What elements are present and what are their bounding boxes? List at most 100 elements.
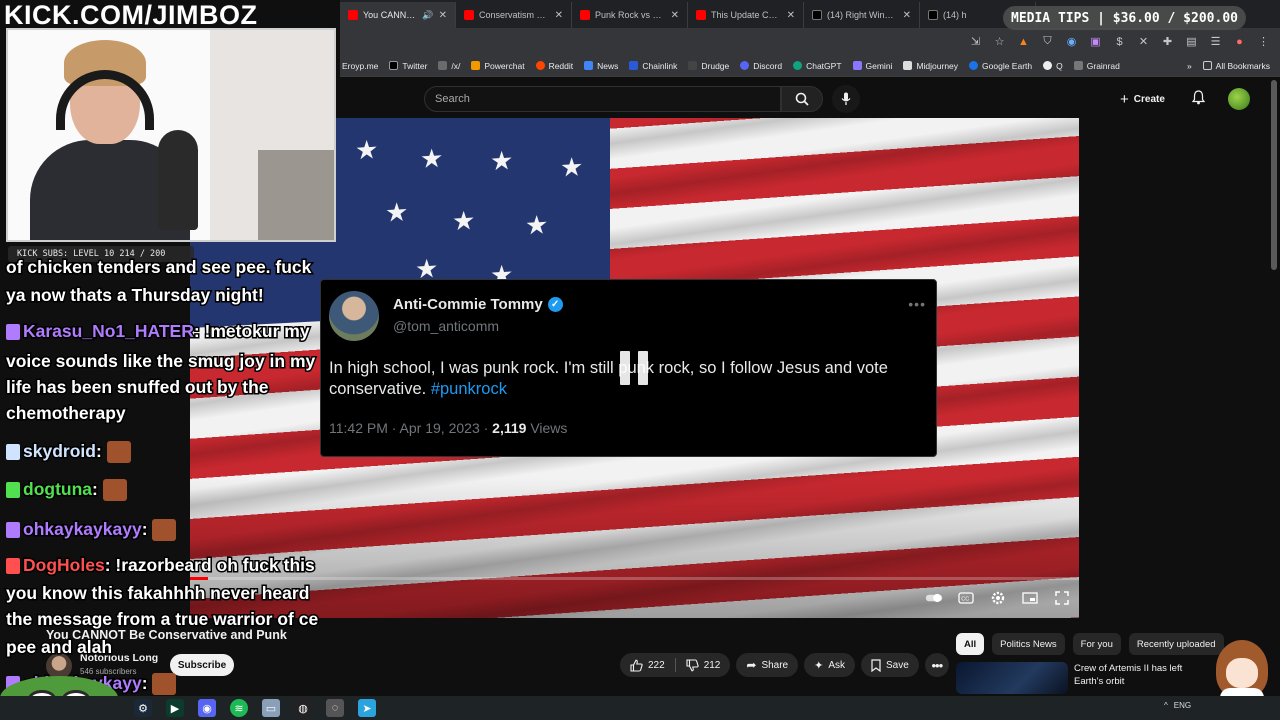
puzzle-icon[interactable]: ✚	[1161, 35, 1174, 48]
chip-politics-news[interactable]: Politics News	[992, 633, 1065, 655]
secondary-column	[1079, 118, 1269, 618]
terminal-icon[interactable]: ▶	[166, 699, 184, 717]
chip-for-you[interactable]: For you	[1072, 633, 1121, 655]
search-input[interactable]: Search	[424, 86, 781, 112]
youtube-icon	[580, 10, 590, 20]
captions-button[interactable]: CC	[957, 589, 975, 607]
bookmark-item[interactable]: Twitter	[389, 61, 427, 71]
close-icon[interactable]: ✕	[555, 10, 563, 21]
bookmark-item[interactable]: Powerchat	[471, 61, 525, 71]
bookmark-item[interactable]: Chainlink	[629, 61, 677, 71]
extension-icon[interactable]: ▣	[1089, 35, 1102, 48]
all-bookmarks[interactable]: All Bookmarks	[1202, 61, 1280, 71]
star-icon: ★	[452, 205, 476, 237]
search-button[interactable]	[781, 86, 823, 112]
language-indicator[interactable]: ENG	[1174, 701, 1191, 710]
media-icon[interactable]: ▤	[1185, 35, 1198, 48]
bookmark-item[interactable]: Eroyp.me	[342, 61, 378, 71]
autoplay-toggle[interactable]	[925, 589, 943, 607]
save-button[interactable]: Save	[861, 653, 919, 677]
bookmark-item[interactable]: Drudge	[688, 61, 729, 71]
chat-text: pee and alah	[4, 636, 113, 659]
fullscreen-button[interactable]	[1053, 589, 1071, 607]
speaker-icon[interactable]: 🔊	[422, 10, 433, 21]
chat-badge-icon	[6, 324, 20, 341]
voice-search-button[interactable]	[832, 85, 860, 113]
chat-message: the message from a true warrior of ce	[4, 608, 319, 631]
verified-badge-icon: ✓	[547, 297, 563, 312]
menu-icon[interactable]: ⋮	[1257, 35, 1270, 48]
browser-tab[interactable]: (14) Right Wing Co ✕	[804, 2, 920, 28]
notifications-button[interactable]	[1191, 90, 1206, 110]
bookmark-item[interactable]: ChatGPT	[793, 61, 842, 71]
folder-icon[interactable]: ▭	[262, 699, 280, 717]
reddit-icon	[535, 61, 545, 70]
recommended-title[interactable]: Crew of Artemis II has left Earth's orbi…	[1074, 662, 1184, 688]
telegram-icon[interactable]: ➤	[358, 699, 376, 717]
dislike-button[interactable]: 212	[676, 653, 731, 677]
more-actions-button[interactable]: •••	[924, 653, 949, 677]
recommended-thumbnail[interactable]	[956, 662, 1068, 694]
settings-button[interactable]	[989, 589, 1007, 607]
close-icon[interactable]: ✕	[903, 10, 911, 21]
chat-text: life has been snuffed out by the	[5, 376, 271, 399]
board-icon	[438, 61, 448, 70]
chat-message: voice sounds like the smug joy in my	[4, 350, 316, 373]
star-icon: ★	[385, 196, 409, 228]
x-icon[interactable]: ✕	[1137, 35, 1150, 48]
steam-icon[interactable]: ⚙	[134, 699, 152, 717]
gear-icon	[991, 591, 1005, 605]
chevron-right-icon[interactable]: »	[1187, 61, 1192, 71]
close-icon[interactable]: ✕	[439, 10, 447, 21]
news-icon	[584, 61, 594, 70]
bookmark-item[interactable]: Discord	[740, 61, 782, 71]
search-icon	[795, 92, 809, 106]
close-icon[interactable]: ✕	[671, 10, 679, 21]
discord-icon[interactable]: ◉	[198, 699, 216, 717]
scrollbar[interactable]	[1271, 80, 1277, 270]
close-icon[interactable]: ✕	[787, 10, 795, 21]
chainlink-icon	[629, 61, 639, 70]
bookmark-item[interactable]: Reddit	[535, 61, 573, 71]
pause-icon[interactable]	[620, 351, 648, 385]
chevron-up-icon[interactable]: ^	[1164, 701, 1168, 710]
app-icon[interactable]: ◌	[326, 699, 344, 717]
profile-icon[interactable]: ●	[1233, 35, 1246, 48]
spotify-icon[interactable]: ≋	[230, 699, 248, 717]
bookmark-item[interactable]: Grainrad	[1073, 61, 1120, 71]
create-button[interactable]: + Create	[1120, 87, 1165, 111]
audio-icon[interactable]: ◉	[1065, 35, 1078, 48]
chat-message: pee and alah	[4, 636, 113, 659]
shield-icon[interactable]: ⛉	[1041, 35, 1054, 48]
bookmark-star-icon[interactable]: ☆	[993, 35, 1006, 48]
list-icon[interactable]: ☰	[1209, 35, 1222, 48]
tab-title: Punk Rock vs Shari	[595, 10, 666, 20]
avatar[interactable]	[1228, 88, 1250, 110]
chat-badge-icon	[6, 444, 20, 461]
chatgpt-icon	[793, 61, 803, 70]
streamer-image	[30, 40, 190, 240]
ask-button[interactable]: ✦ Ask	[804, 653, 856, 677]
miniplayer-button[interactable]	[1021, 589, 1039, 607]
related-chips: All Politics News For you Recently uploa…	[956, 633, 1224, 655]
like-button[interactable]: 222	[620, 653, 675, 677]
browser-tab[interactable]: You CANNOT B 🔊 ✕	[340, 2, 456, 28]
bookmark-item[interactable]: Google Earth	[969, 61, 1032, 71]
browser-tab[interactable]: Conservatism and ✕	[456, 2, 572, 28]
bookmark-item[interactable]: Q	[1043, 61, 1063, 71]
bookmark-item[interactable]: Gemini	[852, 61, 892, 71]
obs-icon[interactable]: ◍	[294, 699, 312, 717]
bookmark-item[interactable]: News	[584, 61, 618, 71]
bookmark-item[interactable]: Midjourney	[903, 61, 958, 71]
bookmark-item[interactable]: /x/	[438, 61, 460, 71]
metamask-icon[interactable]: ▲	[1017, 35, 1030, 48]
browser-tab[interactable]: Punk Rock vs Shari ✕	[572, 2, 688, 28]
extension-icon[interactable]: $	[1113, 35, 1126, 48]
plus-icon: +	[1120, 90, 1129, 108]
chat-emote-icon	[152, 519, 177, 542]
browser-tab[interactable]: This Update Comp ✕	[688, 2, 804, 28]
install-app-icon[interactable]: ⇲	[969, 35, 982, 48]
share-button[interactable]: ➦ Share	[736, 653, 799, 677]
chip-all[interactable]: All	[956, 633, 985, 655]
x-icon	[812, 10, 822, 20]
